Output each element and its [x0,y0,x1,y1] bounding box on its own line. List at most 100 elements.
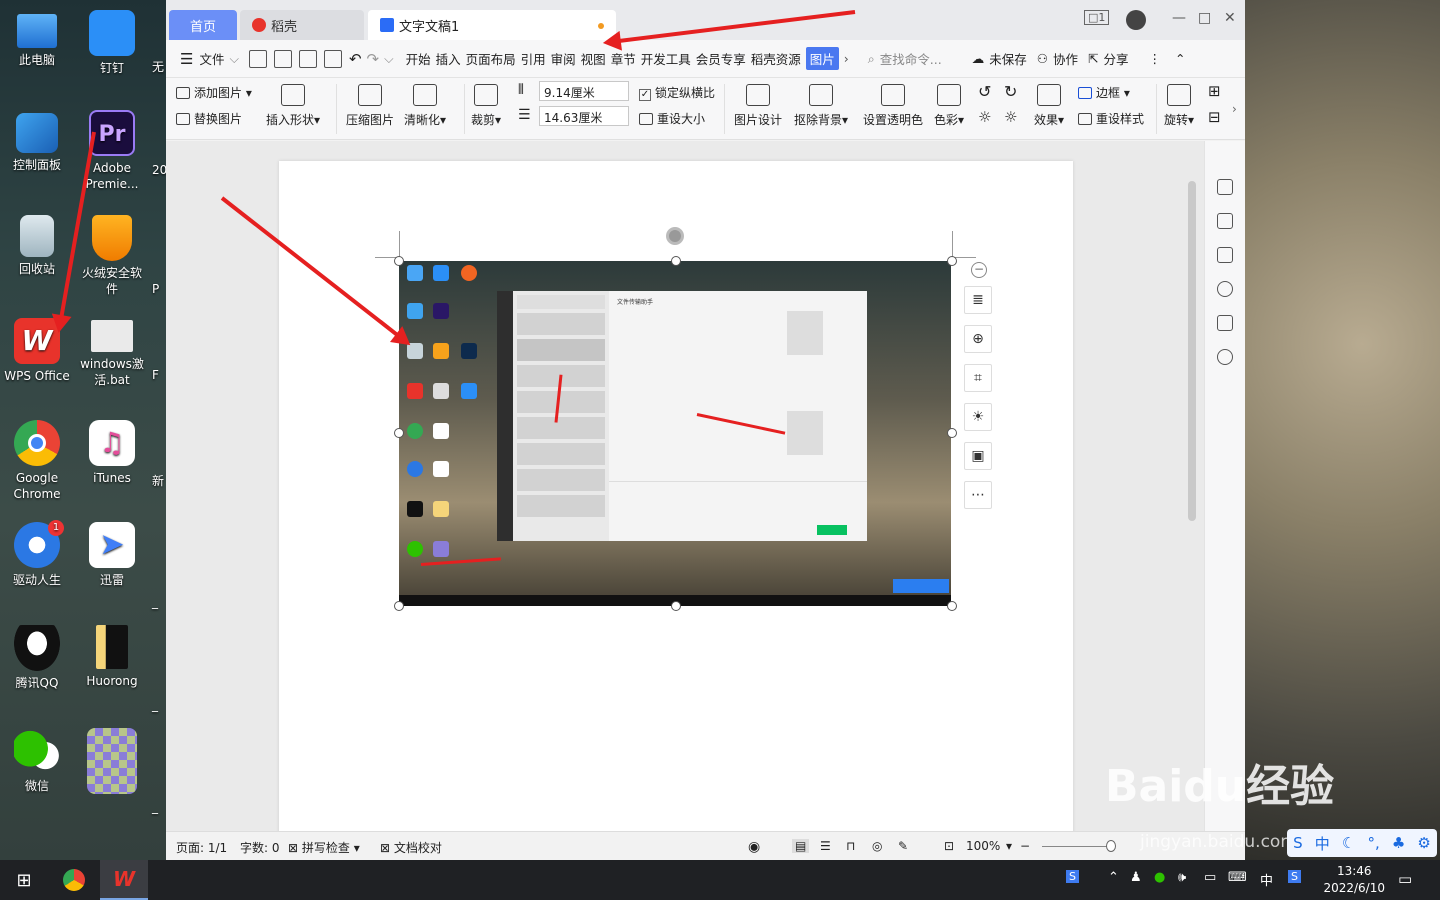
brightness-up-icon[interactable]: ☼ [978,108,991,126]
collapse-toolbar-icon[interactable]: − [971,262,987,278]
search-icon[interactable]: ⌕ [868,51,875,67]
ime-tray-icon[interactable]: S [1066,870,1079,883]
desktop-icon-this-pc[interactable]: 此电脑 [0,10,74,68]
add-picture-button[interactable]: 添加图片 ▾ [176,84,252,101]
insert-shape-button[interactable]: 插入形状▾ [266,84,320,128]
location-icon[interactable] [1217,349,1233,365]
desktop-icon-chrome[interactable]: Google Chrome [0,420,74,502]
group-icon[interactable]: ⊞ [1208,82,1221,100]
width-input[interactable]: 9.14厘米 [539,81,629,101]
tab-daoke[interactable]: 稻壳 [240,10,364,40]
desktop-icon-huorong[interactable]: 火绒安全软件 [75,215,149,297]
menu-layout[interactable]: 页面布局 [466,49,516,68]
avatar[interactable] [1126,10,1146,30]
outline-view-icon[interactable]: ☰ [820,839,831,853]
redo-icon[interactable]: ↷ [367,50,380,68]
align-icon[interactable]: ⊟ [1208,108,1221,126]
desktop-icon-xunlei[interactable]: ➤ 迅雷 [75,522,149,588]
rotate-button[interactable]: 旋转▾ [1164,84,1194,128]
windows-start-icon[interactable]: ⊞ [0,860,48,900]
brightness-down-icon[interactable]: ☼ [1004,108,1017,126]
command-search-input[interactable]: 查找命令... [880,49,942,68]
zoom-level[interactable]: 100% [966,839,1000,853]
export-pdf-icon[interactable] [273,49,292,68]
proofread-button[interactable]: ⊠ 文档校对 [380,839,442,856]
resize-handle[interactable] [394,256,404,266]
pen-view-icon[interactable]: ✎ [898,839,908,853]
replace-picture-button[interactable]: 替换图片 [176,110,242,127]
ime-mode[interactable]: 中 [1315,833,1330,854]
desktop-icon-control-panel[interactable]: 控制面板 [0,113,74,173]
menu-insert[interactable]: 插入 [436,49,461,68]
desktop-icon-recycle-bin[interactable]: 回收站 [0,215,74,277]
menu-start[interactable]: 开始 [406,49,431,68]
desktop-icon-itunes[interactable]: ♫ iTunes [75,420,149,486]
color-button[interactable]: 色彩▾ [934,84,964,128]
unsaved-status[interactable]: 未保存 [989,49,1027,68]
sharpen-button[interactable]: 清晰化▾ [404,84,446,128]
desktop-icon-huorong-folder[interactable]: Huorong [75,625,149,689]
resize-handle[interactable] [394,601,404,611]
vertical-scrollbar[interactable] [1186,145,1198,825]
menu-review[interactable]: 审阅 [551,49,576,68]
rotate-left-icon[interactable]: ↺ [978,82,991,101]
tab-document[interactable]: 文字文稿1 [368,10,616,40]
desktop-icon-blurred[interactable] [75,728,149,798]
resize-handle[interactable] [671,256,681,266]
network-icon[interactable]: ▭ [1204,870,1216,885]
hamburger-icon[interactable]: ☰ [180,50,193,68]
menu-member[interactable]: 会员专享 [696,49,746,68]
resize-handle[interactable] [671,601,681,611]
skin-icon[interactable]: ♣ [1392,834,1405,852]
reset-size-button[interactable]: 重设大小 [639,110,705,127]
save-icon[interactable] [248,49,267,68]
lightbulb-icon[interactable]: ☀ [964,403,992,431]
ime-settings-icon[interactable]: ⚙ [1417,834,1430,852]
reset-style-button[interactable]: 重设样式 [1078,110,1144,127]
more-options-icon[interactable]: ⋯ [964,481,992,509]
pen-icon[interactable] [1217,179,1233,195]
desktop-icon-wechat[interactable]: 微信 [0,728,74,794]
web-view-icon[interactable]: ◎ [872,839,882,853]
fit-page-icon[interactable]: ⊡ [944,839,954,853]
keyboard-icon[interactable]: ⌨ [1228,870,1247,885]
sogou-tray-icon[interactable]: S [1288,870,1301,883]
read-view-icon[interactable]: ⊓ [846,839,855,853]
menu-daoke-resources[interactable]: 稻壳资源 [751,49,801,68]
height-input[interactable]: 14.63厘米 [539,106,629,126]
layout-button[interactable]: □1 [1084,10,1110,25]
chevron-right-icon[interactable]: › [844,51,849,66]
resize-handle[interactable] [947,256,957,266]
maximize-button[interactable]: □ [1198,10,1211,26]
picture-design-button[interactable]: 图片设计 [734,84,782,128]
notification-icon[interactable]: ▭ [1398,870,1412,888]
menu-chapter[interactable]: 章节 [611,49,636,68]
resize-handle[interactable] [947,601,957,611]
rotate-handle[interactable] [666,227,684,245]
wechat-tray-icon[interactable]: ● [1154,870,1165,885]
taskbar-chrome[interactable] [50,860,98,900]
eye-protect-icon[interactable]: ◉ [748,839,760,855]
menu-view[interactable]: 视图 [581,49,606,68]
wrap-text-icon[interactable]: ≣ [964,286,992,314]
lock-ratio-checkbox[interactable]: ✓ 锁定纵横比 [639,84,715,101]
image-convert-icon[interactable]: ▣ [964,442,992,470]
cursor-icon[interactable] [1217,213,1233,229]
desktop-icon-windows-bat[interactable]: windows激活.bat [75,320,149,388]
share-button[interactable]: 分享 [1103,49,1128,68]
tab-home[interactable]: 首页 [169,10,237,40]
crop-icon[interactable]: ⌗ [964,364,992,392]
menu-dev-tools[interactable]: 开发工具 [641,49,691,68]
chevron-down-icon[interactable]: ⌵ [229,51,238,67]
punctuation-icon[interactable]: °, [1367,834,1379,852]
zoom-dropdown-icon[interactable]: ▾ [1006,839,1012,853]
resize-handle[interactable] [947,428,957,438]
settings-sliders-icon[interactable] [1217,247,1233,263]
spell-check-button[interactable]: ⊠ 拼写检查 ▾ [288,839,360,856]
help-icon[interactable] [1217,281,1233,297]
clock[interactable]: 13:46 2022/6/10 [1323,863,1385,897]
desktop-icon-qq[interactable]: 腾讯QQ [0,625,74,691]
page-view-icon[interactable]: ▤ [792,839,810,853]
collab-button[interactable]: 协作 [1053,49,1078,68]
desktop-icon-dingtalk[interactable]: 钉钉 [75,10,149,76]
